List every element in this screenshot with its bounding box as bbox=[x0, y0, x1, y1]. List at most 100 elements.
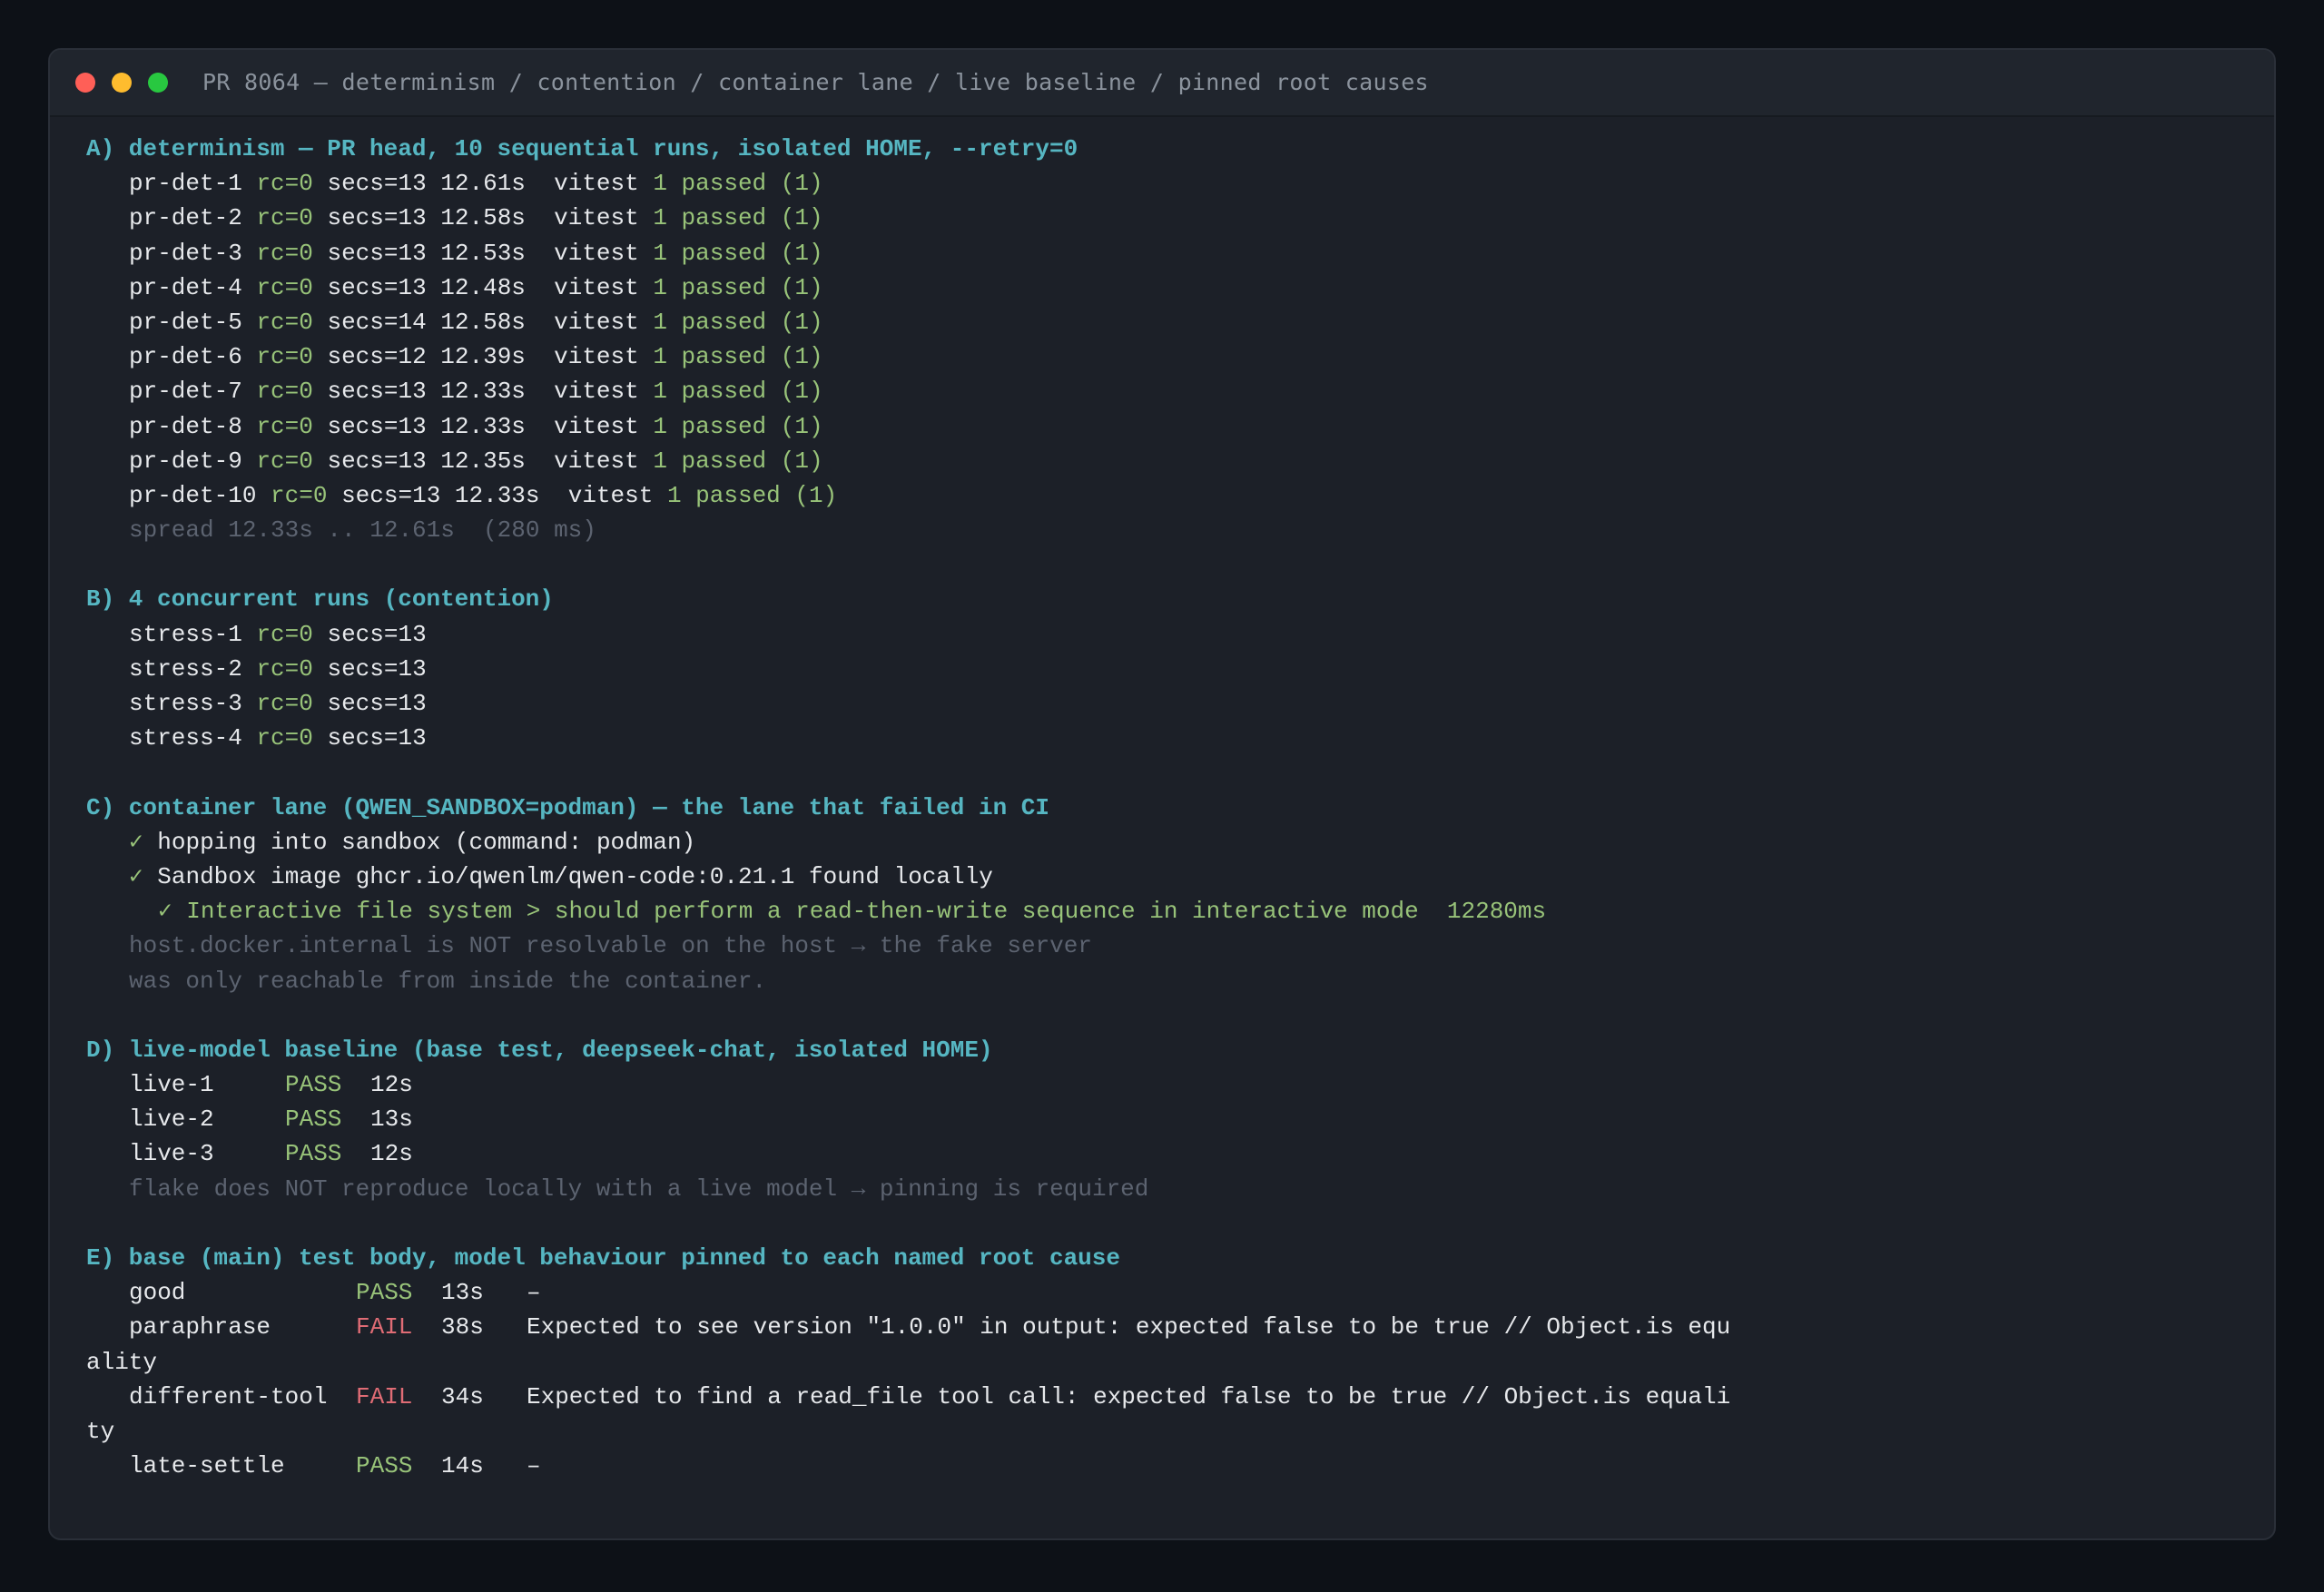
status-badge: FAIL bbox=[356, 1382, 413, 1410]
run-name: pr-det-2 bbox=[129, 204, 242, 232]
section-b-header: B) 4 concurrent runs (contention) bbox=[86, 585, 554, 614]
wrapped-text: ality bbox=[86, 1348, 158, 1376]
run-result: 1 passed (1) bbox=[653, 273, 823, 301]
run-time: 12s bbox=[370, 1140, 413, 1168]
stress-row: stress-3 rc=0 secs=13 bbox=[86, 686, 2274, 721]
exit-code: rc=0 bbox=[256, 724, 313, 752]
run-name: live-2 bbox=[129, 1106, 214, 1134]
wrapped-text: ty bbox=[86, 1417, 115, 1445]
run-result: 1 passed (1) bbox=[653, 412, 823, 440]
exit-code: rc=0 bbox=[256, 620, 313, 648]
run-row: pr-det-8 rc=0 secs=13 12.33s vitest 1 pa… bbox=[86, 409, 2274, 444]
run-result: 1 passed (1) bbox=[653, 378, 823, 406]
stress-row: stress-2 rc=0 secs=13 bbox=[86, 652, 2274, 686]
run-name: pr-det-4 bbox=[129, 273, 242, 301]
case-name: late-settle bbox=[129, 1452, 285, 1480]
section-d-rows: live-1 PASS 12s live-2 PASS 13s live-3 PASS 12s bbox=[86, 1067, 2274, 1172]
run-name: pr-det-9 bbox=[129, 447, 242, 475]
zoom-window-button[interactable] bbox=[148, 73, 168, 93]
note-line: host.docker.internal is NOT resolvable o… bbox=[129, 932, 1092, 960]
pinned-row: late-settle PASS 14s – bbox=[86, 1449, 2274, 1483]
live-row: live-3 PASS 12s bbox=[86, 1136, 2274, 1171]
run-name: pr-det-3 bbox=[129, 239, 242, 267]
sandbox-line-text: Sandbox image ghcr.io/qwenlm/qwen-code:0… bbox=[157, 862, 993, 890]
terminal-output: A) determinism — PR head, 10 sequential … bbox=[50, 117, 2274, 1483]
run-name: pr-det-6 bbox=[129, 343, 242, 371]
run-name: pr-det-10 bbox=[129, 481, 257, 509]
run-name: stress-1 bbox=[129, 620, 242, 648]
run-row: pr-det-3 rc=0 secs=13 12.53s vitest 1 pa… bbox=[86, 236, 2274, 270]
run-timing: secs=13 12.33s vitest bbox=[327, 412, 639, 440]
run-result: 1 passed (1) bbox=[653, 204, 823, 232]
terminal-window: PR 8064 — determinism / contention / con… bbox=[48, 48, 2276, 1540]
run-result: 1 passed (1) bbox=[653, 170, 823, 198]
failure-message: – bbox=[527, 1279, 541, 1307]
run-timing: secs=13 bbox=[327, 690, 427, 717]
exit-code: rc=0 bbox=[256, 378, 313, 406]
pinned-row: paraphrase FAIL 38s Expected to see version… bbox=[86, 1310, 2274, 1344]
section-c-header: C) container lane (QWEN_SANDBOX=podman) … bbox=[86, 793, 1049, 821]
run-result: 1 passed (1) bbox=[653, 447, 823, 475]
run-row: pr-det-10 rc=0 secs=13 12.33s vitest 1 p… bbox=[86, 478, 2274, 513]
run-time: 34s bbox=[441, 1382, 484, 1410]
run-name: pr-det-1 bbox=[129, 170, 242, 198]
run-row: pr-det-6 rc=0 secs=12 12.39s vitest 1 pa… bbox=[86, 339, 2274, 374]
exit-code: rc=0 bbox=[256, 690, 313, 717]
run-name: stress-3 bbox=[129, 690, 242, 717]
close-window-button[interactable] bbox=[75, 73, 95, 93]
run-time: 12s bbox=[370, 1071, 413, 1099]
failure-message: Expected to see version "1.0.0" in outpu… bbox=[527, 1313, 1731, 1341]
test-result-line: ✓ Interactive file system > should perfo… bbox=[158, 898, 1547, 926]
run-time: 13s bbox=[441, 1279, 484, 1307]
run-timing: secs=13 12.48s vitest bbox=[327, 273, 639, 301]
exit-code: rc=0 bbox=[256, 273, 313, 301]
run-timing: secs=13 12.33s vitest bbox=[327, 378, 639, 406]
run-result: 1 passed (1) bbox=[653, 308, 823, 336]
section-e-rows: good PASS 13s – paraphrase FAIL 38s Expected to… bbox=[86, 1275, 2274, 1483]
exit-code: rc=0 bbox=[256, 308, 313, 336]
section-e-header: E) base (main) test body, model behaviou… bbox=[86, 1244, 1120, 1272]
case-name: different-tool bbox=[129, 1382, 328, 1410]
status-badge: PASS bbox=[285, 1140, 342, 1168]
failure-message: Expected to find a read_file tool call: … bbox=[527, 1382, 1731, 1410]
run-row: pr-det-9 rc=0 secs=13 12.35s vitest 1 pa… bbox=[86, 444, 2274, 478]
section-b-rows: stress-1 rc=0 secs=13 stress-2 rc=0 secs=… bbox=[86, 617, 2274, 756]
exit-code: rc=0 bbox=[256, 654, 313, 683]
pinned-row: good PASS 13s – bbox=[86, 1275, 2274, 1310]
minimize-window-button[interactable] bbox=[112, 73, 132, 93]
failure-message: – bbox=[527, 1452, 541, 1480]
check-icon: ✓ bbox=[129, 828, 143, 856]
title-bar: PR 8064 — determinism / contention / con… bbox=[50, 50, 2274, 117]
run-name: live-1 bbox=[129, 1071, 214, 1099]
status-badge: PASS bbox=[356, 1452, 413, 1480]
status-badge: PASS bbox=[356, 1279, 413, 1307]
run-result: 1 passed (1) bbox=[653, 343, 823, 371]
status-badge: FAIL bbox=[356, 1313, 413, 1341]
section-d-note: flake does NOT reproduce locally with a … bbox=[129, 1174, 1149, 1203]
exit-code: rc=0 bbox=[256, 239, 313, 267]
exit-code: rc=0 bbox=[256, 447, 313, 475]
run-timing: secs=13 bbox=[327, 724, 427, 752]
exit-code: rc=0 bbox=[256, 170, 313, 198]
run-timing: secs=13 bbox=[327, 654, 427, 683]
run-timing: secs=13 bbox=[327, 620, 427, 648]
run-time: 14s bbox=[441, 1452, 484, 1480]
exit-code: rc=0 bbox=[256, 204, 313, 232]
sandbox-line: ✓ Sandbox image ghcr.io/qwenlm/qwen-code… bbox=[86, 860, 2274, 894]
section-a-rows: pr-det-1 rc=0 secs=13 12.61s vitest 1 pa… bbox=[86, 166, 2274, 513]
pinned-row: different-tool FAIL 34s Expected to find a … bbox=[86, 1380, 2274, 1414]
live-row: live-2 PASS 13s bbox=[86, 1102, 2274, 1136]
status-badge: PASS bbox=[285, 1071, 342, 1099]
run-row: pr-det-5 rc=0 secs=14 12.58s vitest 1 pa… bbox=[86, 305, 2274, 339]
run-timing: secs=13 12.61s vitest bbox=[327, 170, 639, 198]
note-line: was only reachable from inside the conta… bbox=[129, 967, 767, 995]
run-time: 38s bbox=[441, 1313, 484, 1341]
run-timing: secs=13 12.33s vitest bbox=[341, 481, 654, 509]
stress-row: stress-1 rc=0 secs=13 bbox=[86, 617, 2274, 652]
run-timing: secs=13 12.35s vitest bbox=[327, 447, 639, 475]
section-d-header: D) live-model baseline (base test, deeps… bbox=[86, 1036, 993, 1064]
run-timing: secs=14 12.58s vitest bbox=[327, 308, 639, 336]
window-title: PR 8064 — determinism / contention / con… bbox=[202, 69, 1429, 95]
sandbox-line: ✓ hopping into sandbox (command: podman) bbox=[86, 825, 2274, 860]
check-icon: ✓ bbox=[129, 862, 143, 890]
